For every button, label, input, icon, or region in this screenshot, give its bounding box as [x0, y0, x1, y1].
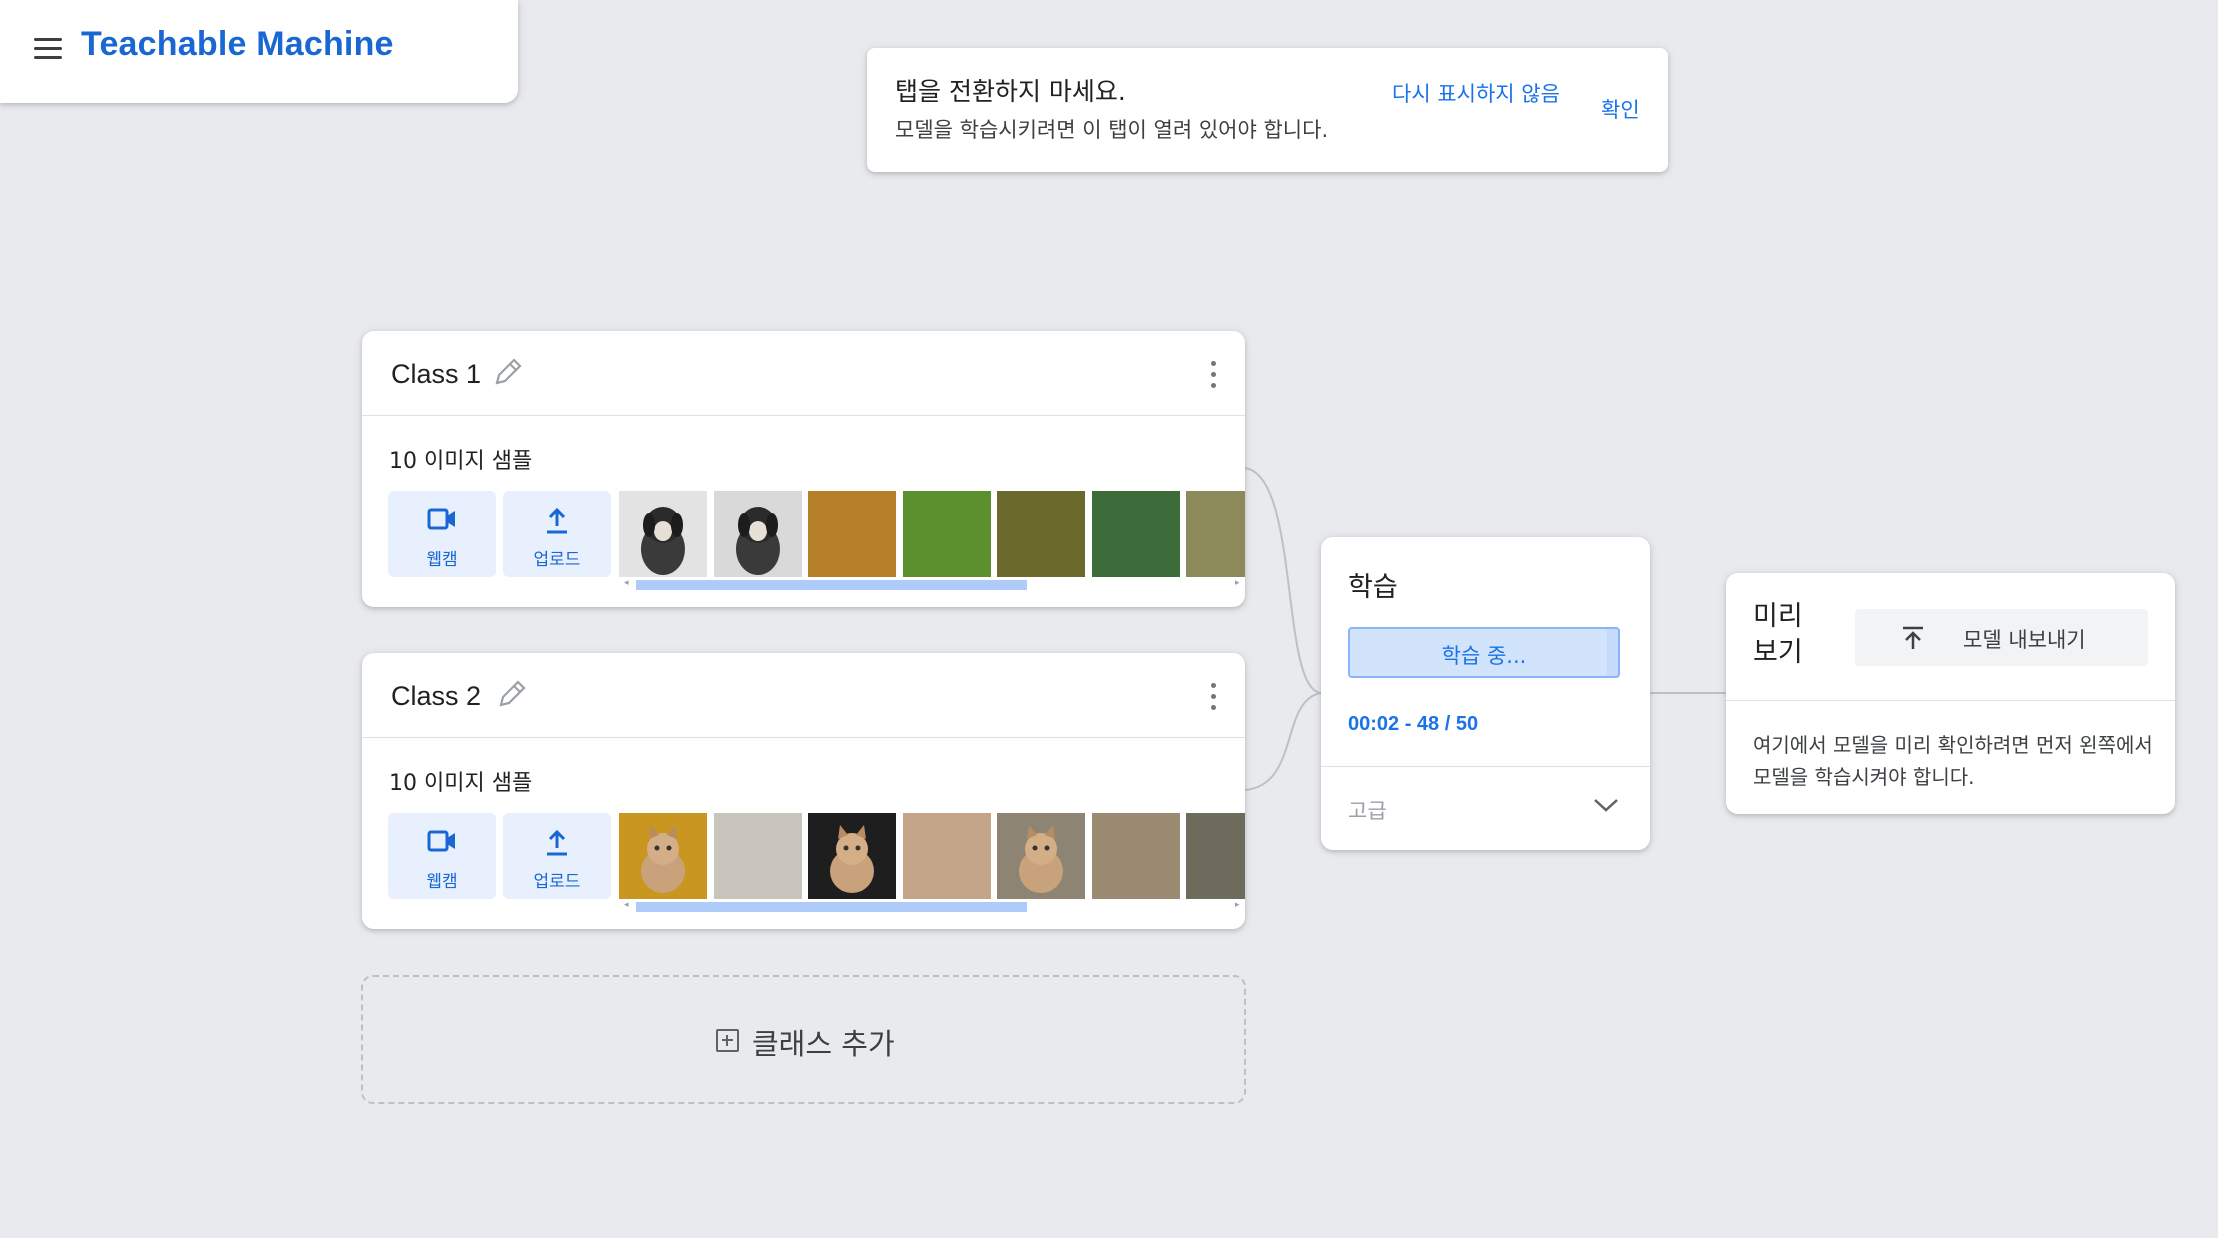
more-options-icon[interactable] — [1195, 357, 1231, 393]
preview-message: 여기에서 모델을 미리 확인하려면 먼저 왼쪽에서 모델을 학습시켜야 합니다. — [1753, 733, 2153, 789]
scroll-right-icon[interactable]: ▸ — [1235, 578, 1240, 588]
scroll-left-icon[interactable]: ◂ — [624, 578, 629, 588]
class-card-header: Class 1 — [362, 331, 1245, 416]
confirm-button[interactable]: 확인 — [1601, 94, 1640, 124]
class-name[interactable]: Class 1 — [391, 359, 481, 390]
chevron-down-icon[interactable] — [1592, 795, 1620, 815]
sample-thumbnail[interactable] — [997, 813, 1085, 899]
export-model-button[interactable]: 모델 내보내기 — [1855, 609, 2148, 666]
preview-card: 미리 보기 모델 내보내기 여기에서 모델을 미리 확인하려면 먼저 왼쪽에서 … — [1726, 573, 2175, 814]
thumbnail-scrollbar[interactable] — [636, 580, 1027, 590]
webcam-label: 웹캠 — [426, 872, 458, 892]
sample-thumbnail[interactable] — [903, 813, 991, 899]
more-options-icon[interactable] — [1195, 679, 1231, 715]
app-title[interactable]: Teachable Machine — [81, 25, 394, 64]
webcam-icon — [427, 829, 457, 853]
sample-thumbnails[interactable] — [619, 491, 1245, 577]
sample-thumbnail[interactable] — [997, 491, 1085, 577]
webcam-button[interactable]: 웹캠 — [388, 491, 496, 577]
edit-pencil-icon[interactable] — [495, 677, 529, 711]
sample-thumbnail[interactable] — [619, 491, 707, 577]
upload-label: 업로드 — [533, 550, 581, 570]
menu-icon[interactable] — [34, 38, 62, 60]
scroll-right-icon[interactable]: ▸ — [1235, 900, 1240, 910]
app-header: Teachable Machine — [0, 0, 518, 103]
train-button-label: 학습 중... — [1441, 644, 1527, 668]
training-title: 학습 — [1348, 572, 1398, 603]
sample-thumbnail[interactable] — [1092, 813, 1180, 899]
sample-thumbnail[interactable] — [714, 813, 802, 899]
upload-button[interactable]: 업로드 — [503, 491, 611, 577]
advanced-label[interactable]: 고급 — [1348, 795, 1387, 825]
toast-title: 탭을 전환하지 마세요. — [895, 77, 1126, 106]
sample-thumbnail[interactable] — [808, 491, 896, 577]
export-icon — [1903, 626, 1923, 649]
class-name[interactable]: Class 2 — [391, 681, 481, 712]
webcam-button[interactable]: 웹캠 — [388, 813, 496, 899]
training-card: 학습 학습 중... 00:02 - 48 / 50 고급 — [1321, 537, 1650, 850]
sample-thumbnail[interactable] — [1186, 491, 1245, 577]
export-label: 모델 내보내기 — [1963, 628, 2086, 652]
add-class-button[interactable]: 클래스 추가 — [361, 975, 1246, 1104]
upload-icon — [542, 829, 572, 857]
sample-thumbnail[interactable] — [1186, 813, 1245, 899]
add-class-label: 클래스 추가 — [752, 1027, 895, 1061]
sample-thumbnails[interactable] — [619, 813, 1245, 899]
upload-label: 업로드 — [533, 872, 581, 892]
sample-count: 10 이미지 샘플 — [389, 771, 533, 796]
sample-thumbnail[interactable] — [903, 491, 991, 577]
webcam-label: 웹캠 — [426, 550, 458, 570]
thumbnail-scrollbar[interactable] — [636, 902, 1027, 912]
class-card-header: Class 2 — [362, 653, 1245, 738]
training-progress-text: 00:02 - 48 / 50 — [1348, 713, 1479, 735]
sample-thumbnail[interactable] — [714, 491, 802, 577]
class-card-2: Class 2 10 이미지 샘플 웹캠 업로드 ◂ ▸ — [362, 653, 1245, 929]
upload-button[interactable]: 업로드 — [503, 813, 611, 899]
dont-show-again-button[interactable]: 다시 표시하지 않음 — [1392, 80, 1562, 108]
webcam-icon — [427, 507, 457, 531]
divider — [1726, 700, 2175, 701]
edit-pencil-icon[interactable] — [491, 355, 525, 389]
sample-thumbnail[interactable] — [1092, 491, 1180, 577]
preview-title: 미리 보기 — [1753, 601, 1803, 668]
train-model-button[interactable]: 학습 중... — [1348, 627, 1620, 678]
sample-count: 10 이미지 샘플 — [389, 449, 533, 474]
add-box-icon — [716, 1029, 739, 1052]
sample-thumbnail[interactable] — [619, 813, 707, 899]
do-not-switch-tab-toast: 탭을 전환하지 마세요. 모델을 학습시키려면 이 탭이 열려 있어야 합니다.… — [867, 48, 1668, 172]
scroll-left-icon[interactable]: ◂ — [624, 900, 629, 910]
sample-thumbnail[interactable] — [808, 813, 896, 899]
class-card-1: Class 1 10 이미지 샘플 웹캠 업로드 ◂ ▸ — [362, 331, 1245, 607]
toast-message: 모델을 학습시키려면 이 탭이 열려 있어야 합니다. — [895, 118, 1329, 142]
divider — [1321, 766, 1650, 767]
upload-icon — [542, 507, 572, 535]
